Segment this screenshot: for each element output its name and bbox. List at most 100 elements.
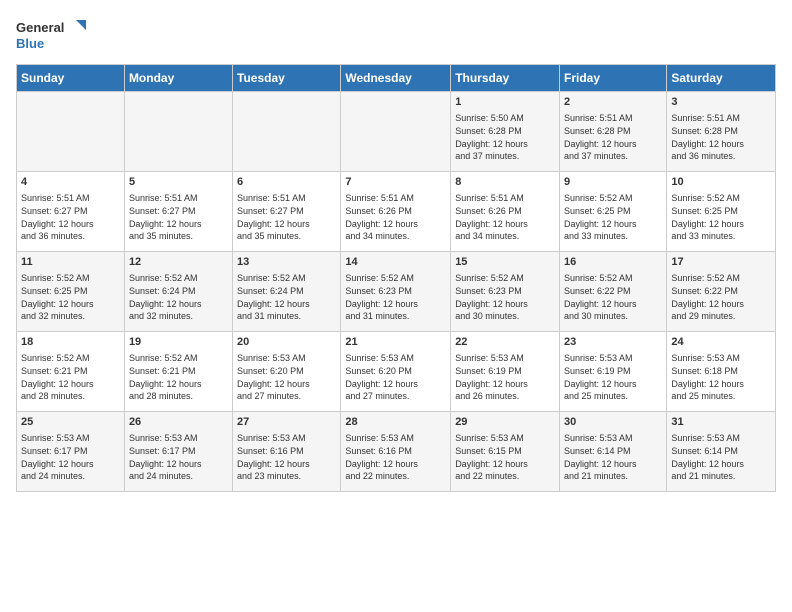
weekday-label: Monday	[124, 65, 232, 92]
calendar-cell: 17 Sunrise: 5:52 AM Sunset: 6:22 PM Dayli…	[667, 252, 776, 332]
calendar-cell: 21 Sunrise: 5:53 AM Sunset: 6:20 PM Dayli…	[341, 332, 451, 412]
logo-svg: General Blue	[16, 16, 86, 56]
calendar-cell: 2 Sunrise: 5:51 AM Sunset: 6:28 PM Daylig…	[560, 92, 667, 172]
day-number: 25	[21, 415, 120, 430]
day-info: Sunrise: 5:50 AM Sunset: 6:28 PM Dayligh…	[455, 112, 555, 162]
day-info: Sunrise: 5:52 AM Sunset: 6:24 PM Dayligh…	[129, 272, 228, 322]
day-info: Sunrise: 5:53 AM Sunset: 6:20 PM Dayligh…	[237, 352, 336, 402]
svg-text:General: General	[16, 20, 64, 35]
day-info: Sunrise: 5:53 AM Sunset: 6:20 PM Dayligh…	[345, 352, 446, 402]
day-info: Sunrise: 5:53 AM Sunset: 6:15 PM Dayligh…	[455, 432, 555, 482]
calendar-cell: 16 Sunrise: 5:52 AM Sunset: 6:22 PM Dayli…	[560, 252, 667, 332]
day-number: 26	[129, 415, 228, 430]
day-number: 14	[345, 255, 446, 270]
calendar-week-row: 18 Sunrise: 5:52 AM Sunset: 6:21 PM Dayli…	[17, 332, 776, 412]
calendar-cell: 13 Sunrise: 5:52 AM Sunset: 6:24 PM Dayli…	[233, 252, 341, 332]
calendar-cell	[124, 92, 232, 172]
day-number: 22	[455, 335, 555, 350]
calendar-cell: 18Sunrise: 5:52 AM Sunset: 6:21 PM Dayli…	[17, 332, 125, 412]
day-info: Sunrise: 5:53 AM Sunset: 6:14 PM Dayligh…	[564, 432, 662, 482]
calendar-week-row: 25 Sunrise: 5:53 AM Sunset: 6:17 PM Dayli…	[17, 412, 776, 492]
calendar-cell: 9 Sunrise: 5:52 AM Sunset: 6:25 PM Daylig…	[560, 172, 667, 252]
calendar-cell: 26 Sunrise: 5:53 AM Sunset: 6:17 PM Dayli…	[124, 412, 232, 492]
calendar-cell: 31 Sunrise: 5:53 AM Sunset: 6:14 PM Dayli…	[667, 412, 776, 492]
day-info: Sunrise: 5:52 AM Sunset: 6:24 PM Dayligh…	[237, 272, 336, 322]
day-info: Sunrise: 5:53 AM Sunset: 6:16 PM Dayligh…	[345, 432, 446, 482]
weekday-label: Sunday	[17, 65, 125, 92]
weekday-label: Friday	[560, 65, 667, 92]
calendar-cell: 1 Sunrise: 5:50 AM Sunset: 6:28 PM Daylig…	[451, 92, 560, 172]
day-info: Sunrise: 5:52 AM Sunset: 6:25 PM Dayligh…	[564, 192, 662, 242]
calendar-cell: 30 Sunrise: 5:53 AM Sunset: 6:14 PM Dayli…	[560, 412, 667, 492]
calendar-table: SundayMondayTuesdayWednesdayThursdayFrid…	[16, 64, 776, 492]
day-info: Sunrise: 5:51 AM Sunset: 6:27 PM Dayligh…	[237, 192, 336, 242]
day-info: Sunrise: 5:53 AM Sunset: 6:19 PM Dayligh…	[564, 352, 662, 402]
day-info: Sunrise: 5:51 AM Sunset: 6:28 PM Dayligh…	[564, 112, 662, 162]
day-number: 23	[564, 335, 662, 350]
calendar-week-row: 1 Sunrise: 5:50 AM Sunset: 6:28 PM Daylig…	[17, 92, 776, 172]
day-info: Sunrise: 5:52 AM Sunset: 6:22 PM Dayligh…	[671, 272, 771, 322]
day-number: 29	[455, 415, 555, 430]
weekday-label: Tuesday	[233, 65, 341, 92]
calendar-cell: 24 Sunrise: 5:53 AM Sunset: 6:18 PM Dayli…	[667, 332, 776, 412]
calendar-cell: 25 Sunrise: 5:53 AM Sunset: 6:17 PM Dayli…	[17, 412, 125, 492]
weekday-label: Thursday	[451, 65, 560, 92]
day-number: 1	[455, 95, 555, 110]
weekday-header-row: SundayMondayTuesdayWednesdayThursdayFrid…	[17, 65, 776, 92]
calendar-body: 1 Sunrise: 5:50 AM Sunset: 6:28 PM Daylig…	[17, 92, 776, 492]
calendar-cell: 19 Sunrise: 5:52 AM Sunset: 6:21 PM Dayli…	[124, 332, 232, 412]
svg-text:Blue: Blue	[16, 36, 44, 51]
calendar-cell: 12 Sunrise: 5:52 AM Sunset: 6:24 PM Dayli…	[124, 252, 232, 332]
day-number: 17	[671, 255, 771, 270]
calendar-cell: 27Sunrise: 5:53 AM Sunset: 6:16 PM Dayli…	[233, 412, 341, 492]
day-info: Sunrise: 5:53 AM Sunset: 6:18 PM Dayligh…	[671, 352, 771, 402]
day-number: 10	[671, 175, 771, 190]
day-number: 5	[129, 175, 228, 190]
calendar-cell: 23 Sunrise: 5:53 AM Sunset: 6:19 PM Dayli…	[560, 332, 667, 412]
day-number: 18	[21, 335, 120, 350]
calendar-cell: 4Sunrise: 5:51 AM Sunset: 6:27 PM Daylig…	[17, 172, 125, 252]
day-info: Sunrise: 5:52 AM Sunset: 6:23 PM Dayligh…	[345, 272, 446, 322]
day-number: 31	[671, 415, 771, 430]
day-number: 3	[671, 95, 771, 110]
calendar-cell: 15Sunrise: 5:52 AM Sunset: 6:23 PM Dayli…	[451, 252, 560, 332]
day-number: 9	[564, 175, 662, 190]
calendar-cell: 8Sunrise: 5:51 AM Sunset: 6:26 PM Daylig…	[451, 172, 560, 252]
day-number: 12	[129, 255, 228, 270]
day-info: Sunrise: 5:51 AM Sunset: 6:28 PM Dayligh…	[671, 112, 771, 162]
day-info: Sunrise: 5:51 AM Sunset: 6:26 PM Dayligh…	[455, 192, 555, 242]
calendar-cell	[233, 92, 341, 172]
day-number: 11	[21, 255, 120, 270]
calendar-cell: 20Sunrise: 5:53 AM Sunset: 6:20 PM Dayli…	[233, 332, 341, 412]
day-info: Sunrise: 5:53 AM Sunset: 6:19 PM Dayligh…	[455, 352, 555, 402]
day-number: 19	[129, 335, 228, 350]
day-info: Sunrise: 5:53 AM Sunset: 6:17 PM Dayligh…	[21, 432, 120, 482]
day-info: Sunrise: 5:53 AM Sunset: 6:17 PM Dayligh…	[129, 432, 228, 482]
logo: General Blue	[16, 16, 86, 56]
day-info: Sunrise: 5:52 AM Sunset: 6:25 PM Dayligh…	[21, 272, 120, 322]
calendar-cell: 14 Sunrise: 5:52 AM Sunset: 6:23 PM Dayli…	[341, 252, 451, 332]
day-number: 16	[564, 255, 662, 270]
calendar-cell	[17, 92, 125, 172]
day-number: 2	[564, 95, 662, 110]
day-number: 30	[564, 415, 662, 430]
weekday-label: Wednesday	[341, 65, 451, 92]
day-info: Sunrise: 5:51 AM Sunset: 6:27 PM Dayligh…	[129, 192, 228, 242]
day-info: Sunrise: 5:51 AM Sunset: 6:27 PM Dayligh…	[21, 192, 120, 242]
calendar-cell: 7Sunrise: 5:51 AM Sunset: 6:26 PM Daylig…	[341, 172, 451, 252]
calendar-cell: 28 Sunrise: 5:53 AM Sunset: 6:16 PM Dayli…	[341, 412, 451, 492]
day-number: 24	[671, 335, 771, 350]
day-info: Sunrise: 5:52 AM Sunset: 6:21 PM Dayligh…	[129, 352, 228, 402]
day-number: 13	[237, 255, 336, 270]
day-number: 15	[455, 255, 555, 270]
calendar-cell: 11 Sunrise: 5:52 AM Sunset: 6:25 PM Dayli…	[17, 252, 125, 332]
day-number: 6	[237, 175, 336, 190]
day-info: Sunrise: 5:52 AM Sunset: 6:22 PM Dayligh…	[564, 272, 662, 322]
calendar-cell: 6 Sunrise: 5:51 AM Sunset: 6:27 PM Daylig…	[233, 172, 341, 252]
day-number: 21	[345, 335, 446, 350]
day-number: 28	[345, 415, 446, 430]
day-info: Sunrise: 5:53 AM Sunset: 6:14 PM Dayligh…	[671, 432, 771, 482]
page-header: General Blue	[16, 16, 776, 56]
calendar-cell: 3 Sunrise: 5:51 AM Sunset: 6:28 PM Daylig…	[667, 92, 776, 172]
calendar-cell: 22 Sunrise: 5:53 AM Sunset: 6:19 PM Dayli…	[451, 332, 560, 412]
